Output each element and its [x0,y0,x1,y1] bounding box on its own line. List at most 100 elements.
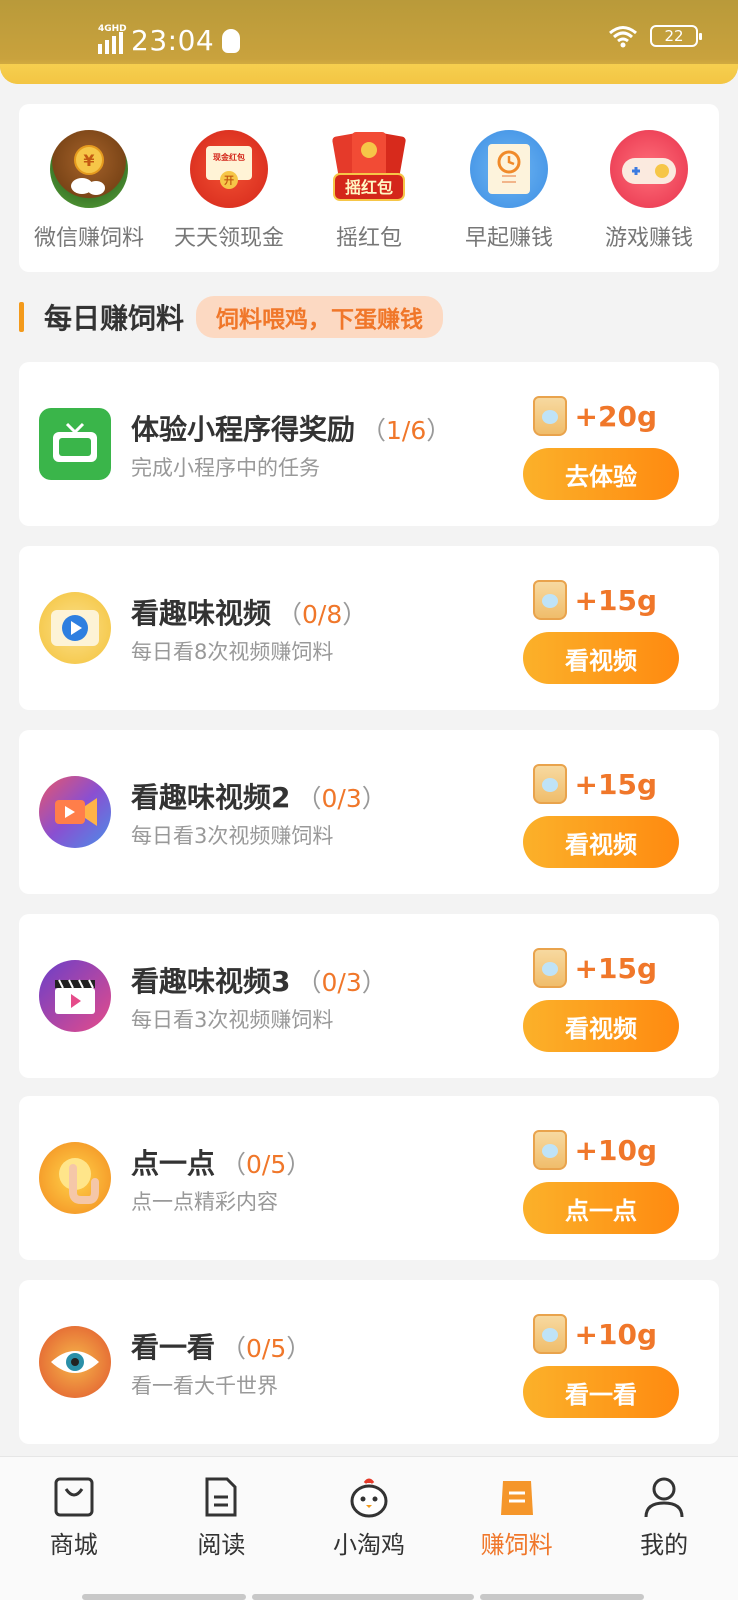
nav-item-me[interactable]: 我的 [599,1475,729,1600]
nav-item-read[interactable]: 阅读 [156,1475,286,1600]
battery-icon: 22 [650,25,702,47]
paren-close: ） [426,416,452,445]
paren-close: ） [361,968,387,997]
task-title-text: 看趣味视频3 [131,965,291,998]
quick-action-label: 游戏赚钱 [604,226,693,251]
clock-location-icon [470,130,548,208]
task-card: 体验小程序得奖励 （1/6） 完成小程序中的任务 +20g 去体验 [19,362,719,526]
cellular-signal-icon: 4GHD [98,24,127,54]
paren-open: （ [361,416,387,445]
task-title: 看趣味视频 （0/8） [131,592,367,632]
feed-bag-icon [532,396,567,436]
task-card: 点一点 （0/5） 点一点精彩内容 +10g 点一点 [19,1096,719,1260]
quick-action-cash[interactable]: 现金红包 开 天天领现金 [164,130,294,252]
quick-action-wechat[interactable]: ¥ 微信赚饲料 [24,130,154,252]
look-button[interactable]: 看一看 [523,1366,679,1418]
cash-icon-text: 现金红包 [213,152,245,162]
task-subtitle: 完成小程序中的任务 [131,456,320,480]
qq-penguin-icon [222,28,241,53]
quick-action-label: 微信赚饲料 [33,226,144,251]
paren-open: （ [221,1150,247,1179]
document-icon [205,1477,237,1517]
status-bar: 4GHD 23:04 22 [0,0,738,84]
tap-finger-icon [39,1142,111,1214]
paren-close: ） [286,1150,312,1179]
network-type: 4GHD [98,23,127,34]
task-title-text: 看趣味视频 [131,597,272,630]
nav-label: 我的 [640,1531,689,1559]
watch-video-button[interactable]: 看视频 [523,632,679,684]
reward-value: +15g [574,767,657,801]
reward-value: +10g [574,1133,657,1167]
task-title: 看趣味视频3 （0/3） [131,960,387,1000]
try-button[interactable]: 去体验 [523,448,679,500]
clapperboard-icon [39,960,111,1032]
eye-icon [39,1326,111,1398]
task-card: 看趣味视频 （0/8） 每日看8次视频赚饲料 +15g 看视频 [19,546,719,710]
feed-bag-icon [532,764,567,804]
video-camera-icon [39,776,111,848]
task-subtitle: 看一看大千世界 [131,1374,278,1398]
task-title: 体验小程序得奖励 （1/6） [131,408,451,448]
nav-label: 商城 [49,1531,98,1559]
clock-time: 23:04 [131,24,215,57]
task-reward: +10g [532,1130,657,1170]
gesture-bar [252,1594,474,1600]
task-title: 看一看 （0/5） [131,1326,311,1366]
wechat-coin-icon: ¥ [50,130,128,208]
task-card: 看一看 （0/5） 看一看大千世界 +10g 看一看 [19,1280,719,1444]
reward-value: +20g [574,399,657,433]
nav-item-mall[interactable]: 商城 [9,1475,139,1600]
task-subtitle: 点一点精彩内容 [131,1190,278,1214]
paren-close: ） [286,1334,312,1363]
task-reward: +10g [532,1314,657,1354]
nav-label: 赚饲料 [480,1531,553,1559]
nav-item-earn-feed[interactable]: 赚饲料 [452,1475,582,1600]
paren-open: （ [277,600,303,629]
section-accent-bar [19,302,24,332]
feed-bag-icon [532,1130,567,1170]
watch-video-button[interactable]: 看视频 [523,816,679,868]
feed-bag-icon [532,1314,567,1354]
quick-action-early-rise[interactable]: 早起赚钱 [444,130,574,252]
gesture-bar [480,1594,644,1600]
tap-button[interactable]: 点一点 [523,1182,679,1234]
nav-label: 阅读 [197,1531,246,1559]
paren-close: ） [342,600,368,629]
section-header: 每日赚饲料 饲料喂鸡，下蛋赚钱 [19,296,444,338]
quick-actions-card: ¥ 微信赚饲料 现金红包 开 天天领现金 摇红包 摇红包 早起赚钱 游戏赚钱 [19,104,719,272]
gesture-bar [82,1594,246,1600]
quick-action-label: 天天领现金 [173,226,284,251]
nav-item-chicken[interactable]: 小淘鸡 [304,1475,434,1600]
section-title: 每日赚饲料 [44,302,185,335]
feed-bag-icon [532,580,567,620]
task-progress: 0/3 [321,968,362,997]
shopping-bag-icon [54,1477,94,1517]
quick-action-label: 早起赚钱 [464,226,553,251]
cash-redpacket-icon: 现金红包 开 [190,130,268,208]
paren-close: ） [361,784,387,813]
shake-redpacket-icon: 摇红包 [330,130,408,208]
task-progress: 0/5 [246,1334,287,1363]
quick-action-label: 摇红包 [335,226,402,251]
task-title-text: 体验小程序得奖励 [131,413,356,446]
task-card: 看趣味视频2 （0/3） 每日看3次视频赚饲料 +15g 看视频 [19,730,719,894]
task-title-text: 看趣味视频2 [131,781,291,814]
video-play-icon [39,592,111,664]
task-title: 点一点 （0/5） [131,1142,311,1182]
quick-action-shake-redpacket[interactable]: 摇红包 摇红包 [304,130,434,252]
quick-action-game[interactable]: 游戏赚钱 [584,130,714,252]
paren-open: （ [221,1334,247,1363]
watch-video-button[interactable]: 看视频 [523,1000,679,1052]
game-controller-icon [610,130,688,208]
feed-bag-icon [532,948,567,988]
task-title-text: 点一点 [131,1147,216,1180]
bottom-nav: 商城 阅读 小淘鸡 赚饲料 我的 [0,1456,738,1600]
tv-icon [39,408,111,480]
task-subtitle: 每日看3次视频赚饲料 [131,824,334,848]
paren-open: （ [296,784,322,813]
task-subtitle: 每日看3次视频赚饲料 [131,1008,334,1032]
open-icon-text: 开 [224,175,234,187]
task-reward: +15g [532,580,657,620]
task-title-text: 看一看 [131,1331,216,1364]
